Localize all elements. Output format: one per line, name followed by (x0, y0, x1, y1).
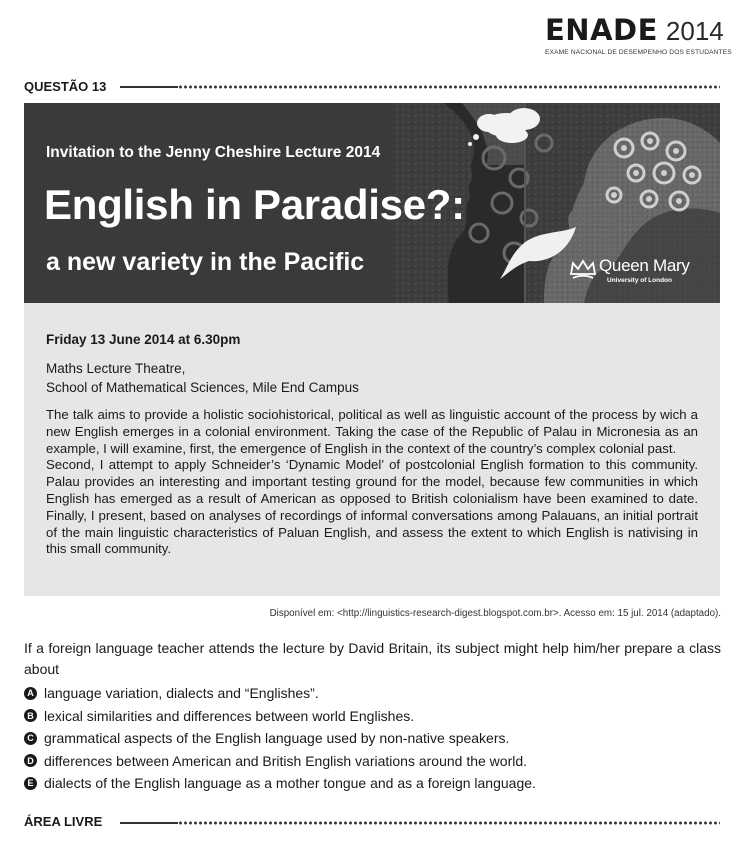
option-d-badge: D (24, 754, 37, 767)
event-abstract: The talk aims to provide a holistic soci… (46, 407, 698, 558)
question-number-label: QUESTÃO 13 (24, 79, 107, 94)
enade-logo-year: 2014 (665, 16, 724, 46)
header-divider (120, 84, 720, 90)
enade-logo-word: ENADE (545, 13, 658, 47)
banner-title: English in Paradise?: (44, 181, 465, 228)
option-c-text: grammatical aspects of the English langu… (44, 730, 510, 746)
queen-mary-name: Queen Mary (599, 256, 690, 275)
queen-mary-university: University of London (607, 277, 672, 284)
event-date-time: Friday 13 June 2014 at 6.30pm (46, 332, 241, 347)
option-a-badge: A (24, 686, 37, 700)
option-e[interactable]: E dialects of the English language as a … (24, 775, 536, 791)
option-c[interactable]: C grammatical aspects of the English lan… (24, 730, 509, 746)
enade-logo-subtitle: EXAME NACIONAL DE DESEMPENHO DOS ESTUDAN… (545, 49, 732, 56)
free-area-label: ÁREA LIVRE (24, 814, 103, 829)
option-a-text: language variation, dialects and “Englis… (44, 685, 319, 701)
abstract-paragraph-2: Second, I attempt to apply Schneider’s ‘… (46, 457, 698, 557)
question-stem: If a foreign language teacher attends th… (24, 640, 721, 677)
lecture-banner: Invitation to the Jenny Cheshire Lecture… (24, 103, 720, 303)
option-b[interactable]: B lexical similarities and differences b… (24, 708, 414, 724)
banner-subtitle: a new variety in the Pacific (46, 248, 365, 276)
source-citation: Disponível em: <http://linguistics-resea… (269, 608, 721, 619)
venue-line-2: School of Mathematical Sciences, Mile En… (46, 380, 359, 395)
event-details: Friday 13 June 2014 at 6.30pm Maths Lect… (24, 303, 720, 596)
option-a[interactable]: A language variation, dialects and “Engl… (24, 685, 319, 701)
enade-logo: ENADE 2014 EXAME NACIONAL DE DESEMPENHO … (545, 13, 732, 56)
option-b-text: lexical similarities and differences bet… (44, 707, 415, 724)
crown-icon (569, 259, 597, 279)
event-venue: Maths Lecture Theatre, School of Mathema… (46, 359, 359, 397)
abstract-paragraph-1: The talk aims to provide a holistic soci… (46, 407, 698, 456)
footer-divider (120, 820, 720, 826)
option-e-text: dialects of the English language as a mo… (44, 775, 536, 791)
option-d[interactable]: D differences between American and Briti… (24, 753, 527, 769)
option-e-badge: E (24, 776, 37, 790)
banner-kicker: Invitation to the Jenny Cheshire Lecture… (46, 144, 381, 161)
venue-line-1: Maths Lecture Theatre, (46, 361, 186, 376)
option-b-badge: B (24, 709, 37, 722)
option-d-text: differences between American and British… (44, 752, 528, 769)
option-c-badge: C (24, 731, 37, 745)
